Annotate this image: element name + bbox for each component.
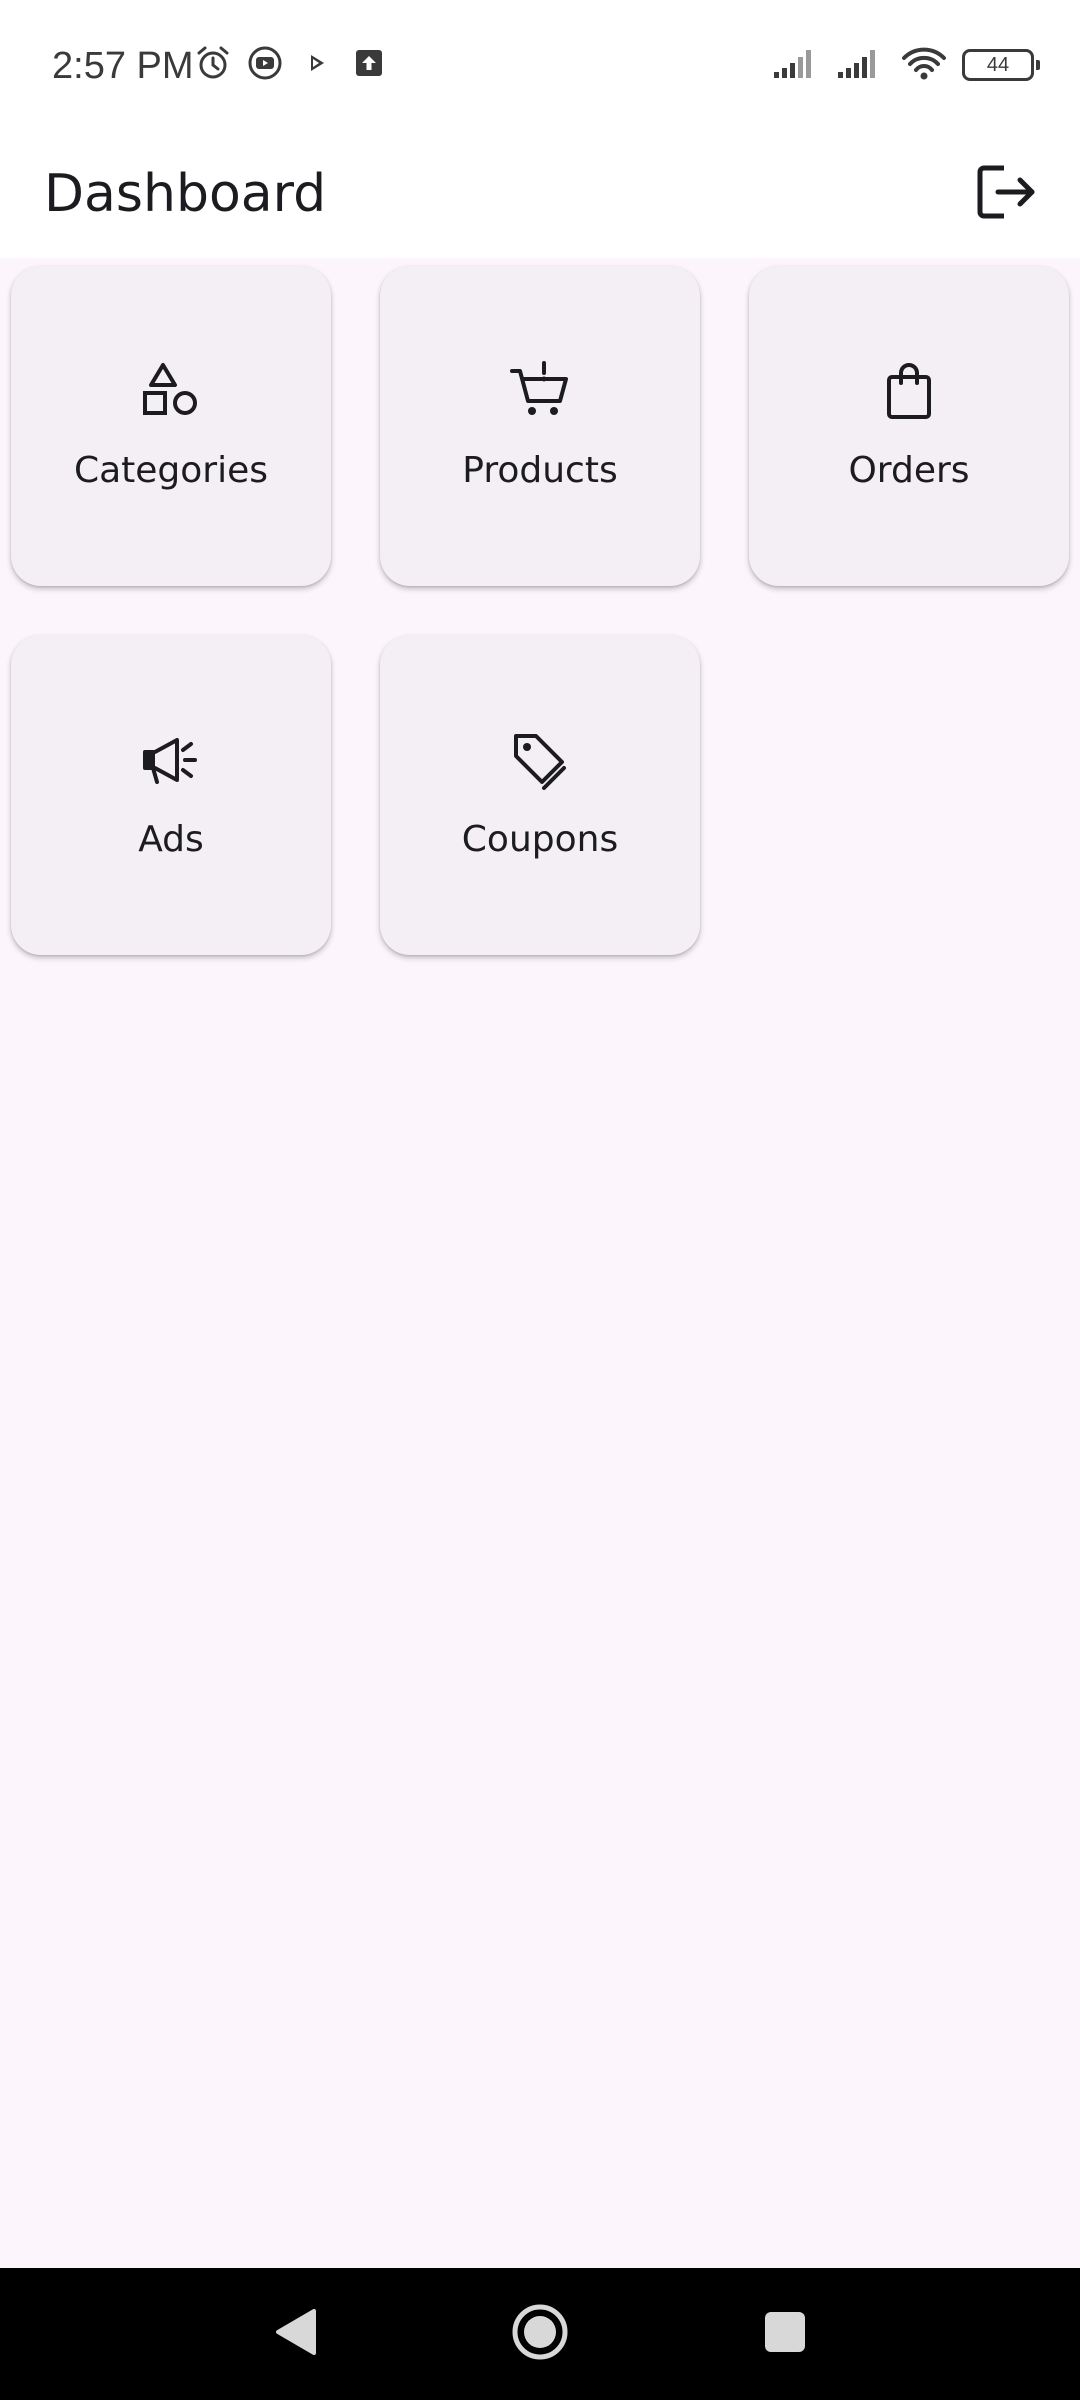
products-card[interactable]: Products — [380, 266, 700, 586]
ads-card[interactable]: Ads — [11, 635, 331, 955]
cart-icon — [508, 359, 572, 423]
recents-icon — [761, 2308, 809, 2360]
media-icon — [246, 44, 284, 86]
products-label: Products — [462, 450, 618, 491]
ads-label: Ads — [138, 819, 204, 860]
back-icon — [270, 2305, 320, 2363]
navigation-bar — [0, 2268, 1080, 2400]
upload-icon — [350, 44, 388, 86]
shopping-bag-icon — [877, 359, 941, 423]
signal-icon — [772, 44, 822, 86]
coupons-label: Coupons — [461, 819, 619, 860]
app-bar: Dashboard — [0, 130, 1080, 258]
categories-card[interactable]: Categories — [11, 266, 331, 586]
home-icon — [510, 2302, 570, 2366]
tag-icon — [508, 728, 572, 792]
battery-icon: 44 — [962, 49, 1040, 81]
coupons-card[interactable]: Coupons — [380, 635, 700, 955]
recents-button[interactable] — [735, 2288, 835, 2380]
orders-label: Orders — [848, 450, 970, 491]
status-bar: 2:57 PM 44 — [0, 0, 1080, 130]
logout-icon — [974, 160, 1038, 228]
page-title: Dashboard — [44, 164, 327, 224]
wifi-icon — [900, 44, 948, 86]
notification-icons — [194, 44, 388, 86]
orders-card[interactable]: Orders — [749, 266, 1069, 586]
system-icons: 44 — [772, 44, 1040, 86]
play-icon — [298, 44, 336, 86]
megaphone-icon — [139, 728, 203, 792]
home-button[interactable] — [490, 2288, 590, 2380]
back-button[interactable] — [245, 2288, 345, 2380]
status-time: 2:57 PM — [52, 45, 194, 87]
categories-label: Categories — [73, 450, 269, 491]
logout-button[interactable] — [958, 146, 1054, 242]
signal-icon — [836, 44, 886, 86]
alarm-icon — [194, 44, 232, 86]
categories-icon — [139, 359, 203, 423]
